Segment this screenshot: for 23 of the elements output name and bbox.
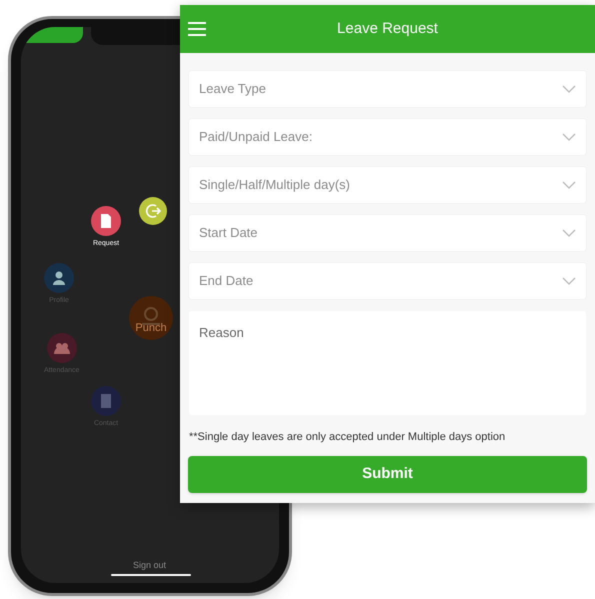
punch-icon[interactable] (129, 296, 173, 340)
chevron-down-icon (562, 133, 576, 141)
chevron-down-icon (562, 277, 576, 285)
request-icon[interactable] (91, 206, 121, 236)
dropdown-field[interactable]: Paid/Unpaid Leave: (189, 119, 586, 155)
profile-icon[interactable] (44, 263, 74, 293)
reason-field[interactable]: Reason (189, 311, 586, 415)
chevron-down-icon (562, 85, 576, 93)
menu-icon[interactable] (188, 22, 206, 36)
chevron-down-icon (562, 181, 576, 189)
exit-icon[interactable] (139, 197, 167, 225)
submit-button[interactable]: Submit (188, 456, 587, 492)
dropdown-field[interactable]: End Date (189, 263, 586, 299)
sign-out-link[interactable]: Sign out (133, 559, 166, 572)
chevron-down-icon (562, 229, 576, 237)
app-bar-title: Leave Request (336, 18, 439, 39)
menu-label: Punch (135, 321, 167, 336)
attendance-icon[interactable] (46, 333, 77, 363)
contact-icon[interactable] (91, 386, 121, 416)
dropdown-field[interactable]: Single/Half/Multiple day(s) (189, 167, 586, 203)
dropdown-field[interactable]: Leave Type (189, 71, 586, 107)
dropdown-field[interactable]: Start Date (189, 215, 586, 251)
note-text: **Single day leaves are only accepted under Multiple days option (189, 430, 506, 445)
